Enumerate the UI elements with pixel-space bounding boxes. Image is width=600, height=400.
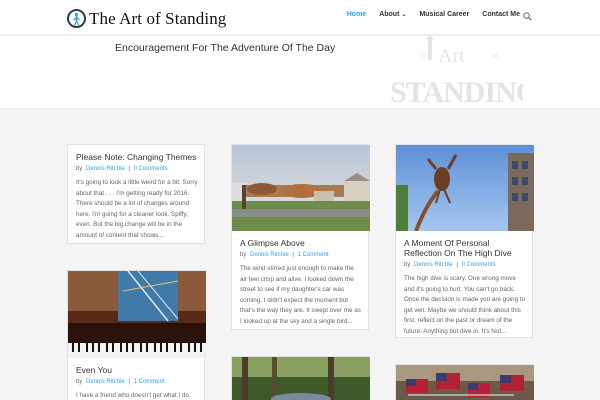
- main-nav: Home About ⌄ Musical Career Contact Me: [334, 11, 520, 18]
- post-featured-image[interactable]: [232, 145, 370, 231]
- meta-prefix: by: [76, 166, 83, 172]
- post-card: A Moment Of Personal Reflection On The H…: [395, 144, 534, 338]
- svg-text:of: of: [492, 51, 499, 60]
- site-tagline: Encouragement For The Adventure Of The D…: [115, 42, 336, 54]
- nav-item-label: About: [379, 11, 400, 18]
- post-meta: by Dennis Ritchie | 0 Comments: [76, 166, 198, 172]
- faded-logo-watermark: Art The of STANDING: [390, 36, 523, 109]
- post-card: Please Note: Changing Themes by Dennis R…: [67, 144, 205, 244]
- post-meta: by Dennis Ritchie | 0 Comments: [404, 262, 526, 268]
- hero-section: Encouragement For The Adventure Of The D…: [0, 36, 600, 109]
- nav-item-home[interactable]: Home: [347, 11, 366, 18]
- post-author-link[interactable]: Dennis Ritchie: [414, 262, 453, 268]
- svg-text:The: The: [420, 51, 433, 60]
- nav-item-label: Contact Me: [482, 11, 520, 18]
- post-featured-image[interactable]: [396, 145, 534, 231]
- meta-prefix: by: [76, 379, 83, 385]
- meta-prefix: by: [404, 262, 411, 268]
- meta-prefix: by: [240, 252, 247, 258]
- meta-separator: |: [128, 166, 130, 172]
- site-header: The Art of Standing Home About ⌄ Musical…: [0, 0, 600, 35]
- post-author-link[interactable]: Dennis Ritchie: [86, 379, 125, 385]
- svg-text:STANDING: STANDING: [390, 76, 523, 109]
- post-card: [231, 356, 370, 400]
- post-meta: by Dennis Ritchie | 1 Comment: [240, 252, 362, 258]
- search-icon[interactable]: [523, 12, 532, 21]
- post-comments-link[interactable]: 0 Comments: [462, 262, 496, 268]
- post-featured-image[interactable]: [396, 365, 534, 400]
- post-comments-link[interactable]: 1 Comment: [298, 252, 329, 258]
- post-excerpt: It's going to look a little weird for a …: [76, 179, 198, 239]
- site-title: The Art of Standing: [89, 8, 227, 28]
- nav-item-label: Musical Career: [419, 11, 470, 18]
- post-comments-link[interactable]: 1 Comment: [134, 379, 165, 385]
- post-featured-image[interactable]: [232, 357, 370, 400]
- svg-text:Art: Art: [438, 45, 465, 67]
- post-excerpt: The wind stirred just enough to make the…: [240, 265, 361, 325]
- meta-separator: |: [128, 379, 130, 385]
- page: The Art of Standing Home About ⌄ Musical…: [0, 0, 600, 400]
- nav-item-label: Home: [346, 11, 367, 18]
- standing-figure-icon: [67, 8, 86, 28]
- post-title[interactable]: A Moment Of Personal Reflection On The H…: [404, 238, 526, 258]
- nav-item-about[interactable]: About ⌄: [379, 11, 406, 18]
- post-title[interactable]: A Glimpse Above: [240, 238, 362, 248]
- post-author-link[interactable]: Dennis Ritchie: [86, 166, 125, 172]
- post-card: Even You by Dennis Ritchie | 1 Comment I…: [67, 270, 206, 400]
- meta-separator: |: [292, 252, 294, 258]
- site-logo[interactable]: The Art of Standing: [67, 6, 226, 30]
- post-card: A Glimpse Above by Dennis Ritchie | 1 Co…: [231, 144, 370, 330]
- post-excerpt: The high dive is scary. One wrong move a…: [404, 275, 526, 335]
- nav-item-musical-career[interactable]: Musical Career: [419, 11, 469, 18]
- meta-separator: |: [456, 262, 458, 268]
- post-featured-image[interactable]: [68, 271, 206, 358]
- post-card: [395, 364, 534, 400]
- post-author-link[interactable]: Dennis Ritchie: [250, 252, 289, 258]
- chevron-down-icon: ⌄: [401, 12, 407, 18]
- post-title[interactable]: Please Note: Changing Themes: [76, 152, 198, 162]
- post-meta: by Dennis Ritchie | 1 Comment: [76, 379, 198, 385]
- post-excerpt: I have a friend who doesn't get what I d…: [76, 392, 191, 399]
- post-comments-link[interactable]: 0 Comments: [134, 166, 168, 172]
- nav-item-contact-me[interactable]: Contact Me: [482, 11, 520, 18]
- post-title[interactable]: Even You: [76, 365, 198, 375]
